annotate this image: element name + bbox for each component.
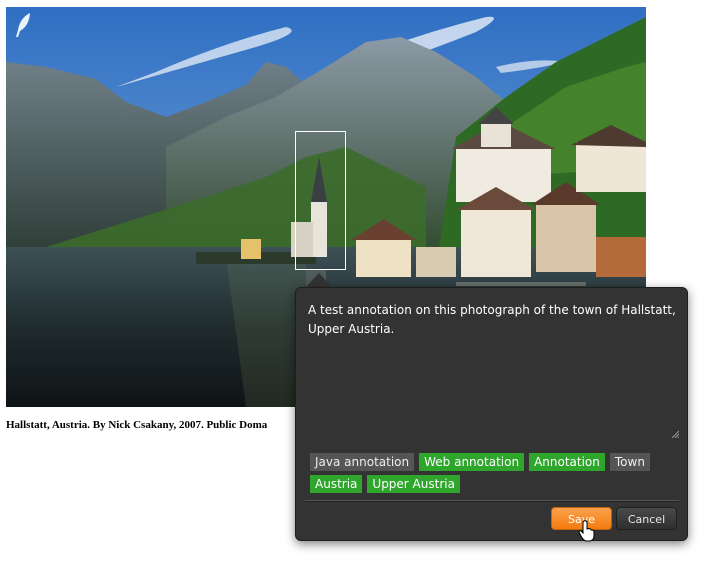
tag-java-annotation[interactable]: Java annotation [310, 453, 415, 471]
tag-austria[interactable]: Austria [310, 475, 363, 493]
hand-pointer-icon [578, 520, 595, 542]
tag-town[interactable]: Town [609, 453, 650, 471]
cancel-button[interactable]: Cancel [616, 507, 677, 530]
editor-divider [305, 500, 679, 502]
feather-icon[interactable] [14, 12, 34, 38]
tag-upper-austria[interactable]: Upper Austria [367, 475, 460, 493]
tag-web-annotation[interactable]: Web annotation [419, 453, 525, 471]
resize-grip-icon[interactable] [671, 430, 680, 439]
image-caption: Hallstatt, Austria. By Nick Csakany, 200… [6, 419, 268, 431]
tag-row-2: Austria Upper Austria [310, 475, 680, 493]
annotation-text-area[interactable]: A test annotation on this photograph of … [308, 301, 678, 437]
annotation-selection-box[interactable] [295, 131, 346, 270]
editor-pointer-arrow [305, 273, 333, 288]
tag-list: Java annotation Web annotation Annotation T… [310, 453, 680, 497]
tag-annotation[interactable]: Annotation [529, 453, 605, 471]
annotation-editor: A test annotation on this photograph of … [295, 287, 688, 541]
tag-row-1: Java annotation Web annotation Annotation T… [310, 453, 680, 471]
